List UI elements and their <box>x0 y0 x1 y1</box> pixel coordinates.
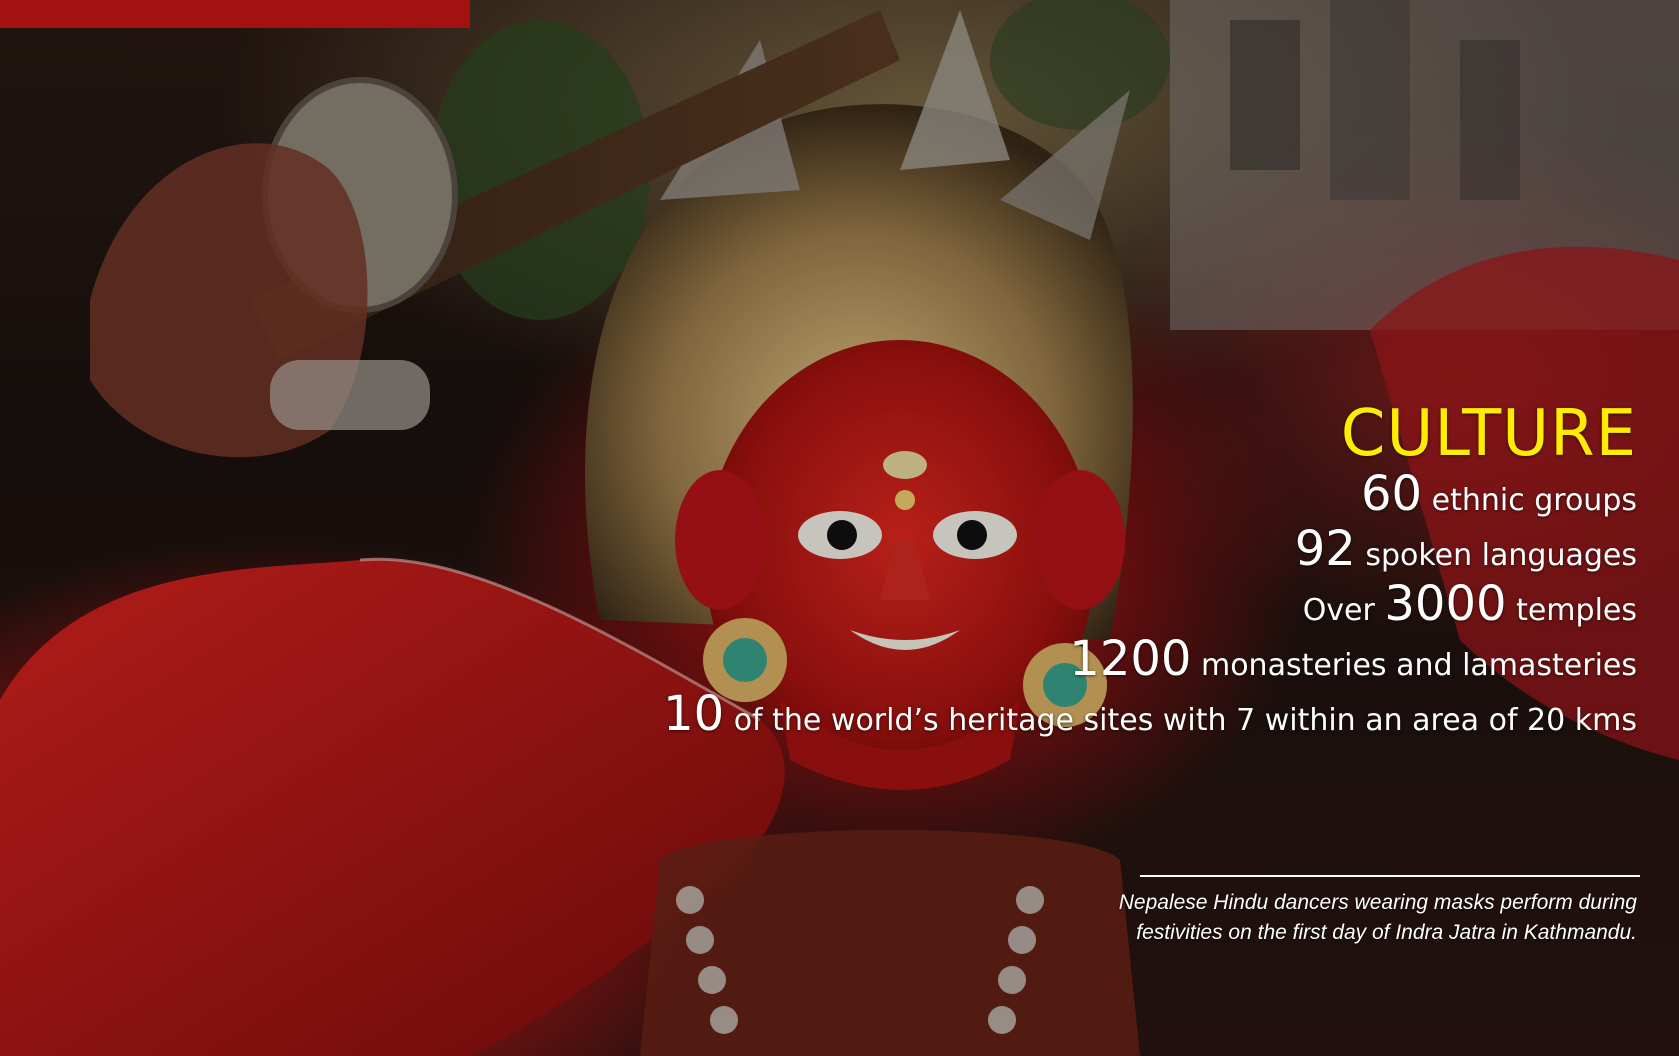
slide: CULTURE 60 ethnic groups 92 spoken langu… <box>0 0 1679 1056</box>
caption-divider <box>1140 875 1640 877</box>
fact-number: 92 <box>1294 521 1356 577</box>
fact-text: spoken languages <box>1355 538 1637 573</box>
photo-caption: Nepalese Hindu dancers wearing masks per… <box>1118 891 1637 944</box>
fact-number: 60 <box>1361 466 1423 522</box>
fact-prefix: Over <box>1302 593 1385 628</box>
fact-line: 60 ethnic groups <box>663 470 1637 525</box>
fact-text: of the world’s heritage sites with 7 wit… <box>724 703 1637 738</box>
fact-text: monasteries and lamasteries <box>1191 648 1637 683</box>
fact-number: 3000 <box>1384 576 1507 632</box>
fact-line: Over 3000 temples <box>663 580 1637 635</box>
fact-text: ethnic groups <box>1422 483 1637 518</box>
fact-text: temples <box>1506 593 1637 628</box>
fact-line: 1200 monasteries and lamasteries <box>663 635 1637 690</box>
fact-number: 1200 <box>1069 631 1192 687</box>
culture-facts: CULTURE 60 ethnic groups 92 spoken langu… <box>663 398 1637 745</box>
fact-line: 10 of the world’s heritage sites with 7 … <box>663 690 1637 745</box>
culture-title: CULTURE <box>1340 397 1637 471</box>
fact-line: 92 spoken languages <box>663 525 1637 580</box>
fact-number: 10 <box>663 686 725 742</box>
